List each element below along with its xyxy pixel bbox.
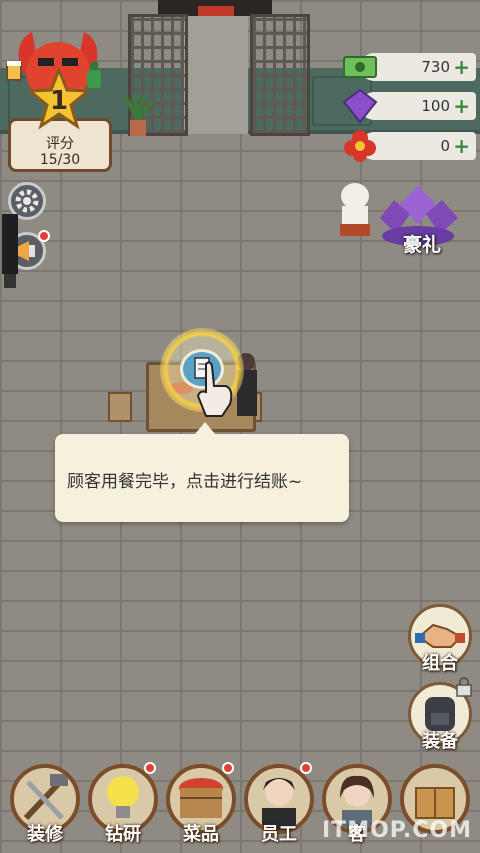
notification-dot [222, 762, 234, 774]
rating-value: 15/30 [39, 152, 81, 168]
rating-label: 评分 [46, 136, 74, 152]
gem-counter[interactable]: 100 + [342, 88, 476, 124]
nav-research-label: 钻研 [105, 824, 141, 845]
staff-figure-icon [2, 214, 18, 288]
gear-icon [15, 189, 39, 213]
lucky-cat-icon [340, 183, 370, 236]
flower-counter[interactable]: 0 + [344, 130, 476, 162]
gem-value: 100 [421, 97, 450, 115]
tutorial-tooltip: 顾客用餐完毕，点击进行结账~ [55, 422, 349, 522]
flower-value: 0 [440, 137, 450, 155]
nav-decorate-label: 装修 [27, 824, 63, 845]
add-gem-button[interactable]: + [453, 94, 470, 118]
cash-counter[interactable]: 730 + [343, 53, 476, 81]
cash-icon [343, 56, 377, 78]
flower-icon [344, 130, 376, 162]
tooltip-text: 顾客用餐完毕，点击进行结账~ [67, 472, 303, 492]
gift-label: 豪礼 [402, 234, 441, 256]
nav-staff-label: 员工 [261, 824, 297, 845]
notification-dot [300, 762, 312, 774]
level-number: 1 [49, 86, 69, 116]
cash-value: 730 [421, 58, 450, 76]
entrance-aisle [184, 14, 248, 134]
notification-dot [38, 230, 50, 242]
add-flower-button[interactable]: + [453, 134, 470, 158]
chair [108, 392, 132, 422]
pointing-hand-icon [196, 361, 233, 417]
notification-dot [144, 762, 156, 774]
entrance-sign [198, 6, 234, 16]
lock-icon [456, 677, 472, 697]
beer-mug-icon [6, 61, 22, 81]
add-cash-button[interactable]: + [453, 55, 470, 79]
equip-label: 装备 [422, 731, 458, 752]
gem-icon [342, 88, 378, 124]
nav-dishes-label: 菜品 [183, 824, 219, 845]
combo-label: 组合 [422, 653, 458, 674]
watermark: ITMOP.COM [322, 818, 472, 843]
plant-icon [124, 93, 154, 136]
right-gate [250, 14, 310, 136]
